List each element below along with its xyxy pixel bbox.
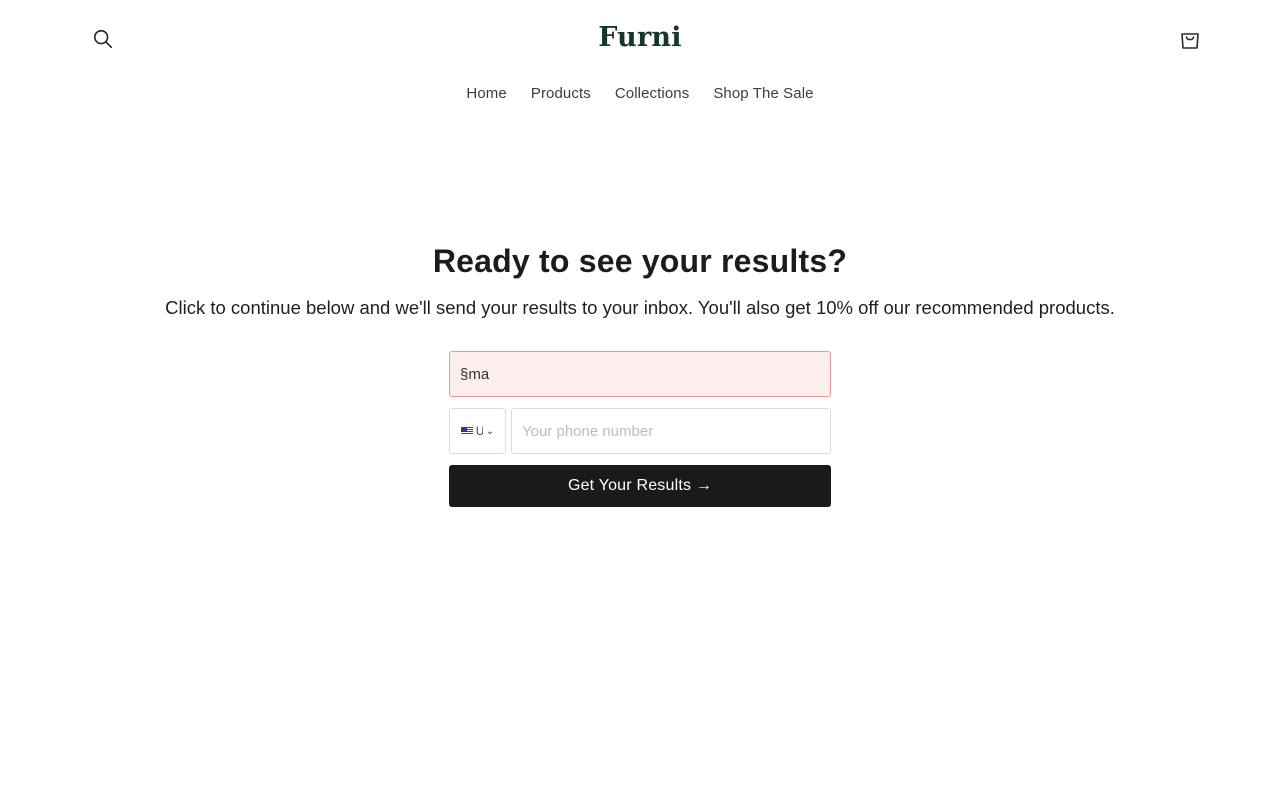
chevron-down-icon: ⌄ — [485, 425, 495, 437]
search-button[interactable] — [90, 26, 116, 52]
site-header: Furni Home Products Collections Shop The… — [0, 0, 1280, 102]
cart-button[interactable] — [1177, 26, 1203, 52]
nav-item-shop-the-sale[interactable]: Shop The Sale — [713, 85, 813, 102]
shopping-bag-icon — [1181, 33, 1199, 49]
results-hero: Ready to see your results? Click to cont… — [0, 243, 1280, 319]
logo-link[interactable]: Furni — [598, 22, 681, 53]
main-nav: Home Products Collections Shop The Sale — [0, 85, 1280, 102]
phone-row: U ⌄ — [449, 408, 831, 454]
search-icon — [93, 29, 113, 49]
country-select[interactable]: U ⌄ — [449, 408, 506, 454]
phone-field[interactable] — [511, 408, 831, 454]
us-flag-icon — [460, 427, 473, 435]
page-subtitle: Click to continue below and we'll send y… — [165, 297, 1115, 318]
email-field[interactable] — [449, 351, 831, 397]
nav-item-products[interactable]: Products — [531, 85, 591, 102]
country-code: U — [475, 424, 483, 438]
logo: Furni — [0, 22, 1280, 53]
nav-item-collections[interactable]: Collections — [615, 85, 689, 102]
get-results-button[interactable]: Get Your Results → — [449, 465, 831, 507]
nav-item-home[interactable]: Home — [466, 85, 506, 102]
results-form: U ⌄ Get Your Results → — [449, 351, 831, 507]
page-title: Ready to see your results? — [432, 243, 848, 279]
